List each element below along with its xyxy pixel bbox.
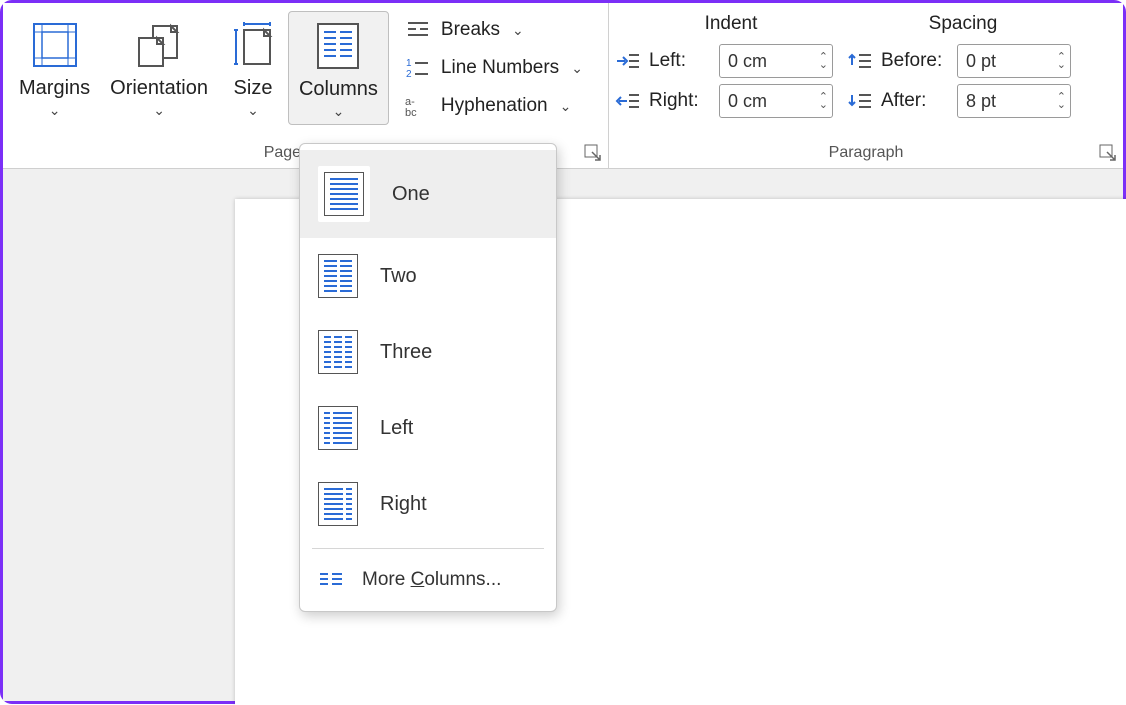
columns-option-label: Right — [380, 493, 427, 516]
spacing-after-value: 8 pt — [966, 91, 996, 112]
indent-header: Indent — [615, 13, 847, 35]
spacing-before-input[interactable]: 0 pt ⌃⌄ — [957, 44, 1071, 78]
page-setup-big-buttons: Margins ⌄ Orientation ⌄ Size ⌄ — [9, 11, 602, 125]
page-setup-launcher[interactable] — [584, 144, 602, 162]
hyphenation-icon: a-bc — [405, 95, 431, 117]
spacing-header: Spacing — [847, 13, 1079, 35]
line-numbers-icon: 12 — [405, 57, 431, 79]
spacing-before-value: 0 pt — [966, 51, 996, 72]
spinner-arrows[interactable]: ⌃⌄ — [1057, 53, 1066, 69]
svg-text:1: 1 — [406, 58, 412, 69]
breaks-button[interactable]: Breaks ⌄ — [397, 15, 591, 45]
indent-left-input[interactable]: 0 cm ⌃⌄ — [719, 44, 833, 78]
line-numbers-label: Line Numbers — [441, 57, 559, 79]
margins-button[interactable]: Margins ⌄ — [9, 11, 100, 123]
more-columns-label: More Columns... — [362, 569, 501, 591]
hyphenation-label: Hyphenation — [441, 95, 548, 117]
columns-label: Columns — [299, 78, 378, 101]
spinner-arrows[interactable]: ⌃⌄ — [819, 93, 828, 109]
breaks-label: Breaks — [441, 19, 500, 41]
chevron-down-icon: ⌄ — [153, 102, 165, 119]
spacing-before-icon — [847, 51, 873, 71]
spacing-before-label: Before: — [881, 50, 949, 72]
columns-option-label: Three — [380, 341, 432, 364]
indent-left-icon — [615, 51, 641, 71]
columns-dropdown: One Two Three Left Right More Columns... — [299, 143, 557, 612]
more-columns-button[interactable]: More Columns... — [300, 555, 556, 605]
size-button[interactable]: Size ⌄ — [218, 11, 288, 123]
columns-option-label: Two — [380, 265, 417, 288]
spacing-after-input[interactable]: 8 pt ⌃⌄ — [957, 84, 1071, 118]
more-columns-icon — [318, 571, 344, 589]
indent-right-icon — [615, 91, 641, 111]
paragraph-headers: Indent Spacing — [615, 11, 1117, 41]
margins-icon — [30, 17, 80, 73]
indent-right-input[interactable]: 0 cm ⌃⌄ — [719, 84, 833, 118]
columns-option-right[interactable]: Right — [300, 466, 556, 542]
document-area — [3, 169, 1123, 701]
indent-left-label: Left: — [649, 50, 711, 72]
columns-three-icon — [318, 330, 358, 374]
size-label: Size — [234, 77, 273, 100]
orientation-label: Orientation — [110, 77, 208, 100]
paragraph-group-label: Paragraph — [609, 144, 1123, 162]
group-paragraph: Indent Spacing Left: 0 cm ⌃⌄ Before: 0 p — [609, 3, 1123, 168]
columns-icon — [314, 18, 362, 74]
indent-right-label: Right: — [649, 90, 711, 112]
columns-two-icon — [318, 254, 358, 298]
columns-option-left[interactable]: Left — [300, 390, 556, 466]
spinner-arrows[interactable]: ⌃⌄ — [819, 53, 828, 69]
indent-left-value: 0 cm — [728, 51, 767, 72]
chevron-down-icon: ⌄ — [571, 60, 583, 77]
indent-right-value: 0 cm — [728, 91, 767, 112]
svg-text:2: 2 — [406, 69, 412, 79]
spacing-after-label: After: — [881, 90, 949, 112]
columns-option-one[interactable]: One — [300, 150, 556, 238]
paragraph-launcher[interactable] — [1099, 144, 1117, 162]
chevron-down-icon: ⌄ — [512, 22, 524, 39]
chevron-down-icon: ⌄ — [560, 98, 572, 115]
columns-button[interactable]: Columns ⌄ — [288, 11, 389, 125]
columns-option-label: Left — [380, 417, 413, 440]
ribbon: Margins ⌄ Orientation ⌄ Size ⌄ — [3, 3, 1123, 169]
margins-label: Margins — [19, 77, 90, 100]
svg-text:bc: bc — [405, 107, 417, 117]
spinner-arrows[interactable]: ⌃⌄ — [1057, 93, 1066, 109]
spacing-after-icon — [847, 91, 873, 111]
menu-separator — [312, 548, 544, 549]
chevron-down-icon: ⌄ — [333, 103, 345, 120]
columns-option-three[interactable]: Three — [300, 314, 556, 390]
hyphenation-button[interactable]: a-bc Hyphenation ⌄ — [397, 91, 591, 121]
columns-right-icon — [318, 482, 358, 526]
columns-option-label: One — [392, 183, 430, 206]
orientation-button[interactable]: Orientation ⌄ — [100, 11, 218, 123]
size-icon — [228, 17, 278, 73]
columns-option-two[interactable]: Two — [300, 238, 556, 314]
chevron-down-icon: ⌄ — [49, 102, 61, 119]
columns-left-icon — [318, 406, 358, 450]
line-numbers-button[interactable]: 12 Line Numbers ⌄ — [397, 53, 591, 83]
breaks-icon — [405, 19, 431, 41]
chevron-down-icon: ⌄ — [247, 102, 259, 119]
columns-one-icon — [318, 166, 370, 222]
orientation-icon — [133, 17, 185, 73]
